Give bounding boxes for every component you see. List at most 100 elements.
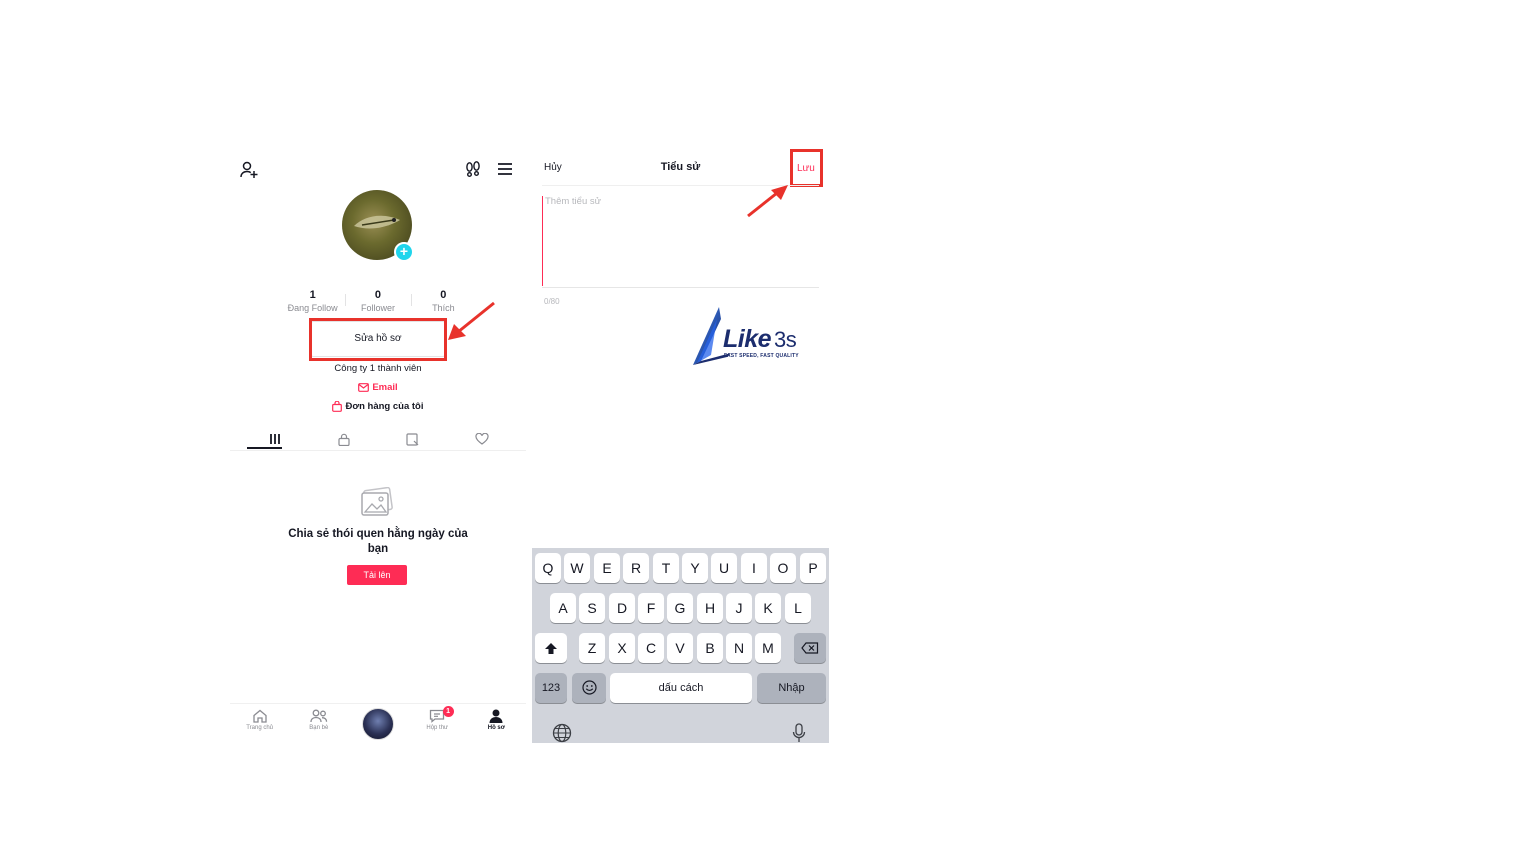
email-label: Email (372, 382, 398, 393)
nav-label: Trang chủ (246, 725, 273, 731)
tab-active-indicator (247, 447, 282, 449)
return-key[interactable]: Nhập (757, 673, 826, 703)
tab-saved[interactable] (378, 427, 447, 451)
key-j[interactable]: J (726, 593, 752, 623)
arrow-to-edit-icon (448, 301, 495, 340)
key-r[interactable]: R (623, 553, 649, 583)
shift-key[interactable] (535, 633, 567, 663)
logo-tagline: FAST SPEED, FAST QUALITY (724, 353, 799, 359)
arrow-to-save-icon (747, 185, 788, 218)
key-t[interactable]: T (653, 553, 679, 583)
orders-label: Đơn hàng của tôi (345, 401, 424, 412)
shift-icon (545, 643, 557, 654)
stat-value: 1 (309, 289, 316, 301)
key-z[interactable]: Z (579, 633, 605, 663)
profile-header (230, 145, 526, 195)
grid-icon (269, 434, 280, 444)
key-b[interactable]: B (697, 633, 723, 663)
key-c[interactable]: C (638, 633, 664, 663)
key-y[interactable]: Y (682, 553, 708, 583)
create-avatar (362, 708, 394, 740)
friends-icon (310, 709, 327, 723)
bottom-nav: Trang chủ Bạn bè 1 Hộp thư Hồ sơ (230, 703, 526, 743)
key-d[interactable]: D (609, 593, 635, 623)
key-f[interactable]: F (638, 593, 664, 623)
bookmark-icon (405, 432, 418, 446)
key-i[interactable]: I (741, 553, 767, 583)
stat-label: Đang Follow (287, 303, 338, 313)
stat-label: Follower (360, 303, 395, 313)
nav-create[interactable] (348, 704, 407, 743)
bag-icon (332, 400, 343, 412)
microphone-icon[interactable] (792, 723, 806, 743)
profile-bio: Công ty 1 thành viên (334, 363, 422, 374)
on-screen-keyboard: Q W E R T Y U I O P A S D F G H J K L Z … (532, 548, 829, 743)
highlight-box-edit (309, 318, 447, 361)
key-w[interactable]: W (564, 553, 590, 583)
nav-inbox[interactable]: 1 Hộp thư (408, 704, 467, 743)
backspace-icon (801, 642, 819, 654)
orders-link[interactable]: Đơn hàng của tôi (230, 400, 526, 413)
avatar-add-icon[interactable]: + (394, 242, 414, 262)
bio-editor-header: Hủy Tiểu sử Lưu (532, 145, 829, 185)
nav-label: Bạn bè (309, 725, 329, 731)
keyboard-row-3: Z X C V B N M (532, 633, 829, 665)
stat-followers[interactable]: 0 Follower (345, 288, 410, 318)
page-title: Tiểu sử (660, 161, 701, 173)
bio-editor-screen: Hủy Tiểu sử Lưu 0/80 Like3s FAST SPEED, … (532, 145, 829, 743)
home-icon (252, 709, 267, 723)
key-a[interactable]: A (550, 593, 576, 623)
emoji-icon (581, 680, 597, 695)
empty-state-title: Chia sẻ thói quen hằng ngày của bạn (288, 528, 468, 555)
key-l[interactable]: L (785, 593, 811, 623)
input-divider (542, 287, 819, 288)
key-u[interactable]: U (711, 553, 737, 583)
like3s-watermark-logo: Like 3s FAST SPEED, FAST QUALITY (687, 303, 812, 373)
menu-icon[interactable] (496, 160, 514, 178)
key-q[interactable]: Q (535, 553, 561, 583)
key-s[interactable]: S (579, 593, 605, 623)
tab-private[interactable] (309, 427, 378, 451)
key-h[interactable]: H (697, 593, 723, 623)
mail-icon (358, 383, 370, 392)
char-counter: 0/80 (544, 297, 560, 306)
stat-value: 0 (374, 289, 382, 301)
logo-number: 3s (774, 327, 797, 352)
key-n[interactable]: N (726, 633, 752, 663)
key-m[interactable]: M (755, 633, 781, 663)
nav-friends[interactable]: Bạn bè (289, 704, 348, 743)
backspace-key[interactable] (794, 633, 826, 663)
nav-profile[interactable]: Hồ sơ (467, 704, 526, 743)
add-user-icon[interactable] (239, 160, 259, 180)
upload-button[interactable]: Tải lên (347, 565, 407, 585)
key-g[interactable]: G (667, 593, 693, 623)
logo-brand: Like (723, 325, 772, 353)
profile-screen: + 1 Đang Follow 0 Follower 0 Thích Sửa h… (230, 145, 526, 743)
lock-icon (337, 433, 350, 446)
key-v[interactable]: V (667, 633, 693, 663)
stat-following[interactable]: 1 Đang Follow (280, 288, 345, 318)
liked-icon (474, 433, 489, 445)
profile-icon (489, 709, 503, 723)
tab-liked[interactable] (447, 427, 516, 451)
emoji-key[interactable] (572, 673, 606, 703)
footprint-icon[interactable] (464, 160, 482, 178)
key-o[interactable]: O (770, 553, 796, 583)
key-x[interactable]: X (609, 633, 635, 663)
profile-avatar[interactable]: + (342, 190, 414, 262)
key-p[interactable]: P (800, 553, 826, 583)
inbox-badge: 1 (442, 706, 454, 717)
nav-label: Hồ sơ (487, 725, 506, 731)
keyboard-row-1: Q W E R T Y U I O P (532, 553, 829, 585)
space-key[interactable]: dấu cách (610, 673, 752, 703)
globe-icon[interactable] (552, 723, 572, 743)
tab-divider (230, 450, 526, 451)
key-k[interactable]: K (755, 593, 781, 623)
keyboard-row-2: A S D F G H J K L (532, 593, 829, 625)
nav-home[interactable]: Trang chủ (230, 704, 289, 743)
email-link[interactable]: Email (230, 381, 526, 394)
key-e[interactable]: E (594, 553, 620, 583)
empty-photo-icon (361, 487, 393, 516)
nav-label: Hộp thư (426, 725, 449, 731)
numbers-key[interactable]: 123 (535, 673, 567, 703)
